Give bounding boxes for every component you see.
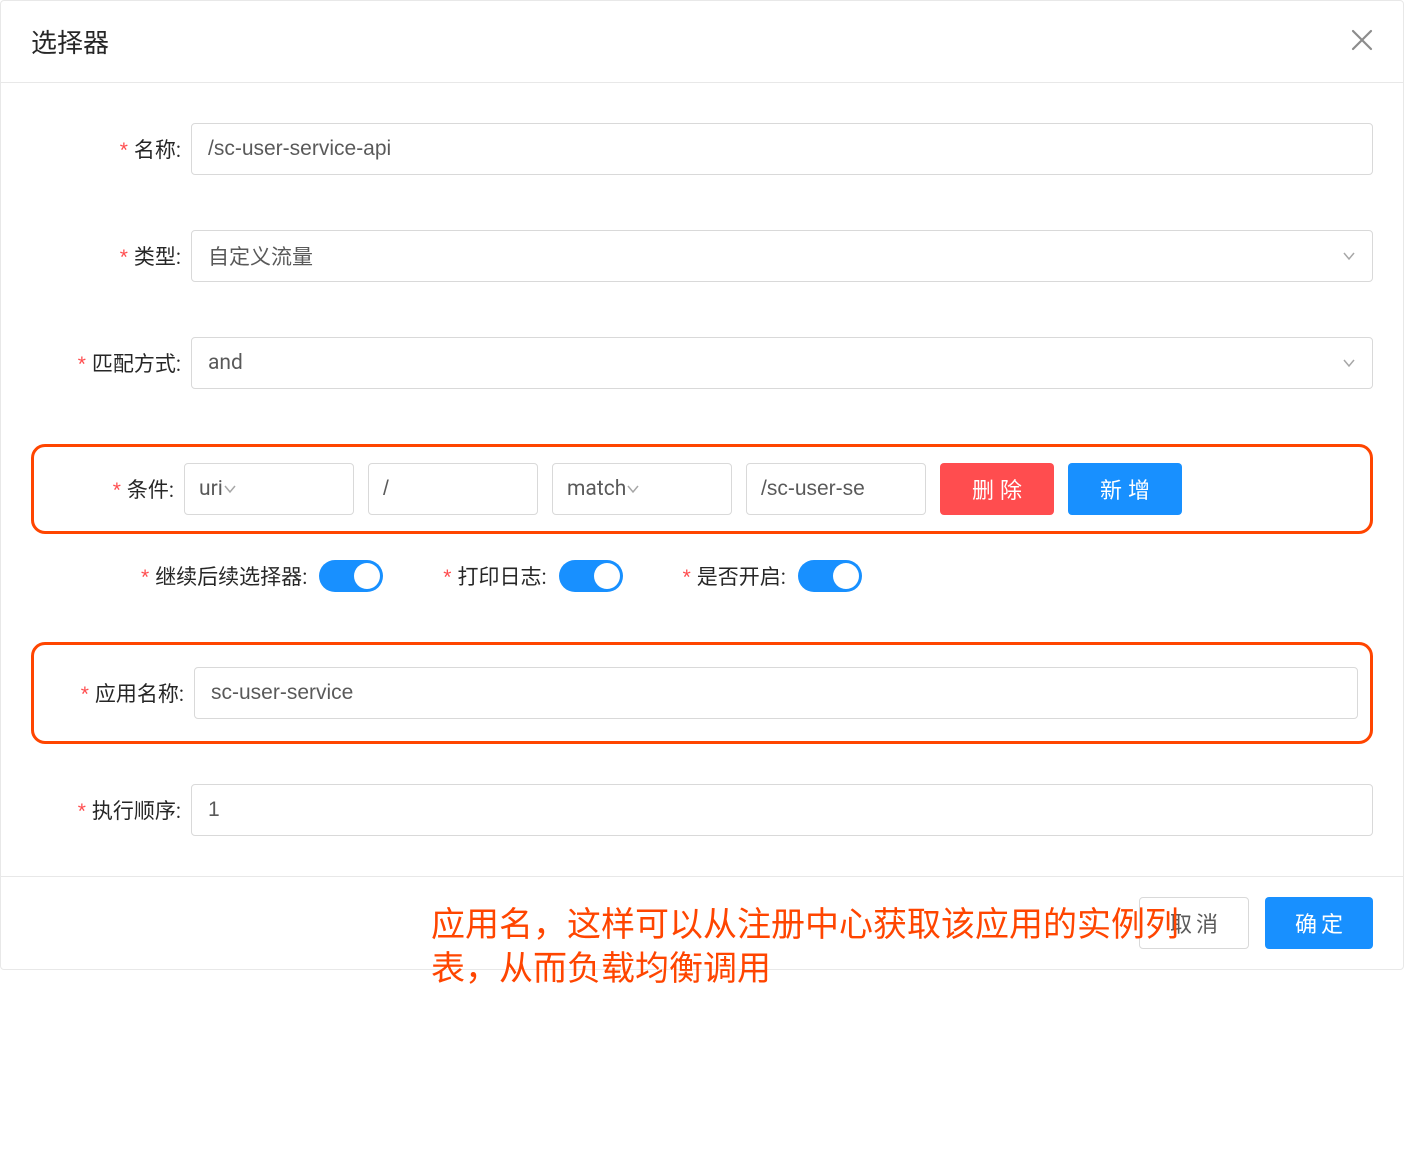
condition-separator-input[interactable] xyxy=(368,463,538,515)
match-mode-value: and xyxy=(208,351,243,375)
add-condition-button[interactable]: 新增 xyxy=(1068,463,1182,515)
type-select[interactable]: 自定义流量 xyxy=(191,230,1373,282)
required-asterisk: * xyxy=(120,246,128,269)
modal-header: 选择器 xyxy=(1,1,1403,83)
app-name-highlight: *应用名称: xyxy=(31,642,1373,744)
toggle-log: *打印日志: xyxy=(443,560,622,592)
switch-knob xyxy=(354,563,380,589)
chevron-down-icon xyxy=(223,482,237,496)
switch-knob xyxy=(594,563,620,589)
conditions-section: *条件: uri match xyxy=(31,444,1373,592)
selector-modal: 选择器 *名称: *类型: 自定义流量 xyxy=(0,0,1404,970)
chevron-down-icon xyxy=(1342,356,1356,370)
label-log: *打印日志: xyxy=(443,561,546,591)
required-asterisk: * xyxy=(120,139,128,162)
label-order: *执行顺序: xyxy=(31,795,191,825)
label-conditions: *条件: xyxy=(44,474,184,504)
condition-row: uri match 删除 新增 xyxy=(184,463,1350,515)
chevron-down-icon xyxy=(1342,249,1356,263)
label-enabled: *是否开启: xyxy=(683,561,786,591)
required-asterisk: * xyxy=(683,566,691,589)
form-row-name: *名称: xyxy=(31,123,1373,175)
app-name-input[interactable] xyxy=(194,667,1358,719)
required-asterisk: * xyxy=(81,683,89,706)
form-row-type: *类型: 自定义流量 xyxy=(31,230,1373,282)
order-input[interactable] xyxy=(191,784,1373,836)
modal-body: *名称: *类型: 自定义流量 *匹配方式: xyxy=(1,83,1403,876)
continue-switch[interactable] xyxy=(319,560,383,592)
required-asterisk: * xyxy=(141,566,149,589)
name-input[interactable] xyxy=(191,123,1373,175)
condition-key-select[interactable]: uri xyxy=(184,463,354,515)
condition-op-select[interactable]: match xyxy=(552,463,732,515)
switch-knob xyxy=(833,563,859,589)
form-row-order: *执行顺序: xyxy=(31,784,1373,836)
conditions-highlight: *条件: uri match xyxy=(31,444,1373,534)
chevron-down-icon xyxy=(626,482,640,496)
label-type: *类型: xyxy=(31,241,191,271)
required-asterisk: * xyxy=(78,800,86,823)
label-match-mode: *匹配方式: xyxy=(31,348,191,378)
log-switch[interactable] xyxy=(559,560,623,592)
delete-condition-button[interactable]: 删除 xyxy=(940,463,1054,515)
required-asterisk: * xyxy=(78,353,86,376)
enabled-switch[interactable] xyxy=(798,560,862,592)
ok-button[interactable]: 确定 xyxy=(1265,897,1373,949)
required-asterisk: * xyxy=(113,479,121,502)
modal-title: 选择器 xyxy=(31,23,109,60)
label-app-name: *应用名称: xyxy=(34,678,194,708)
toggle-continue: *继续后续选择器: xyxy=(141,560,383,592)
type-select-value: 自定义流量 xyxy=(208,241,313,271)
close-icon[interactable] xyxy=(1351,28,1373,56)
toggle-enabled: *是否开启: xyxy=(683,560,862,592)
condition-value-input[interactable] xyxy=(746,463,926,515)
cancel-button[interactable]: 取消 xyxy=(1139,897,1249,949)
required-asterisk: * xyxy=(443,566,451,589)
match-mode-select[interactable]: and xyxy=(191,337,1373,389)
label-continue: *继续后续选择器: xyxy=(141,561,307,591)
label-name: *名称: xyxy=(31,134,191,164)
toggle-row: *继续后续选择器: *打印日志: *是否开启: xyxy=(31,560,1373,592)
modal-footer: 取消 确定 xyxy=(1,876,1403,969)
form-row-match-mode: *匹配方式: and xyxy=(31,337,1373,389)
